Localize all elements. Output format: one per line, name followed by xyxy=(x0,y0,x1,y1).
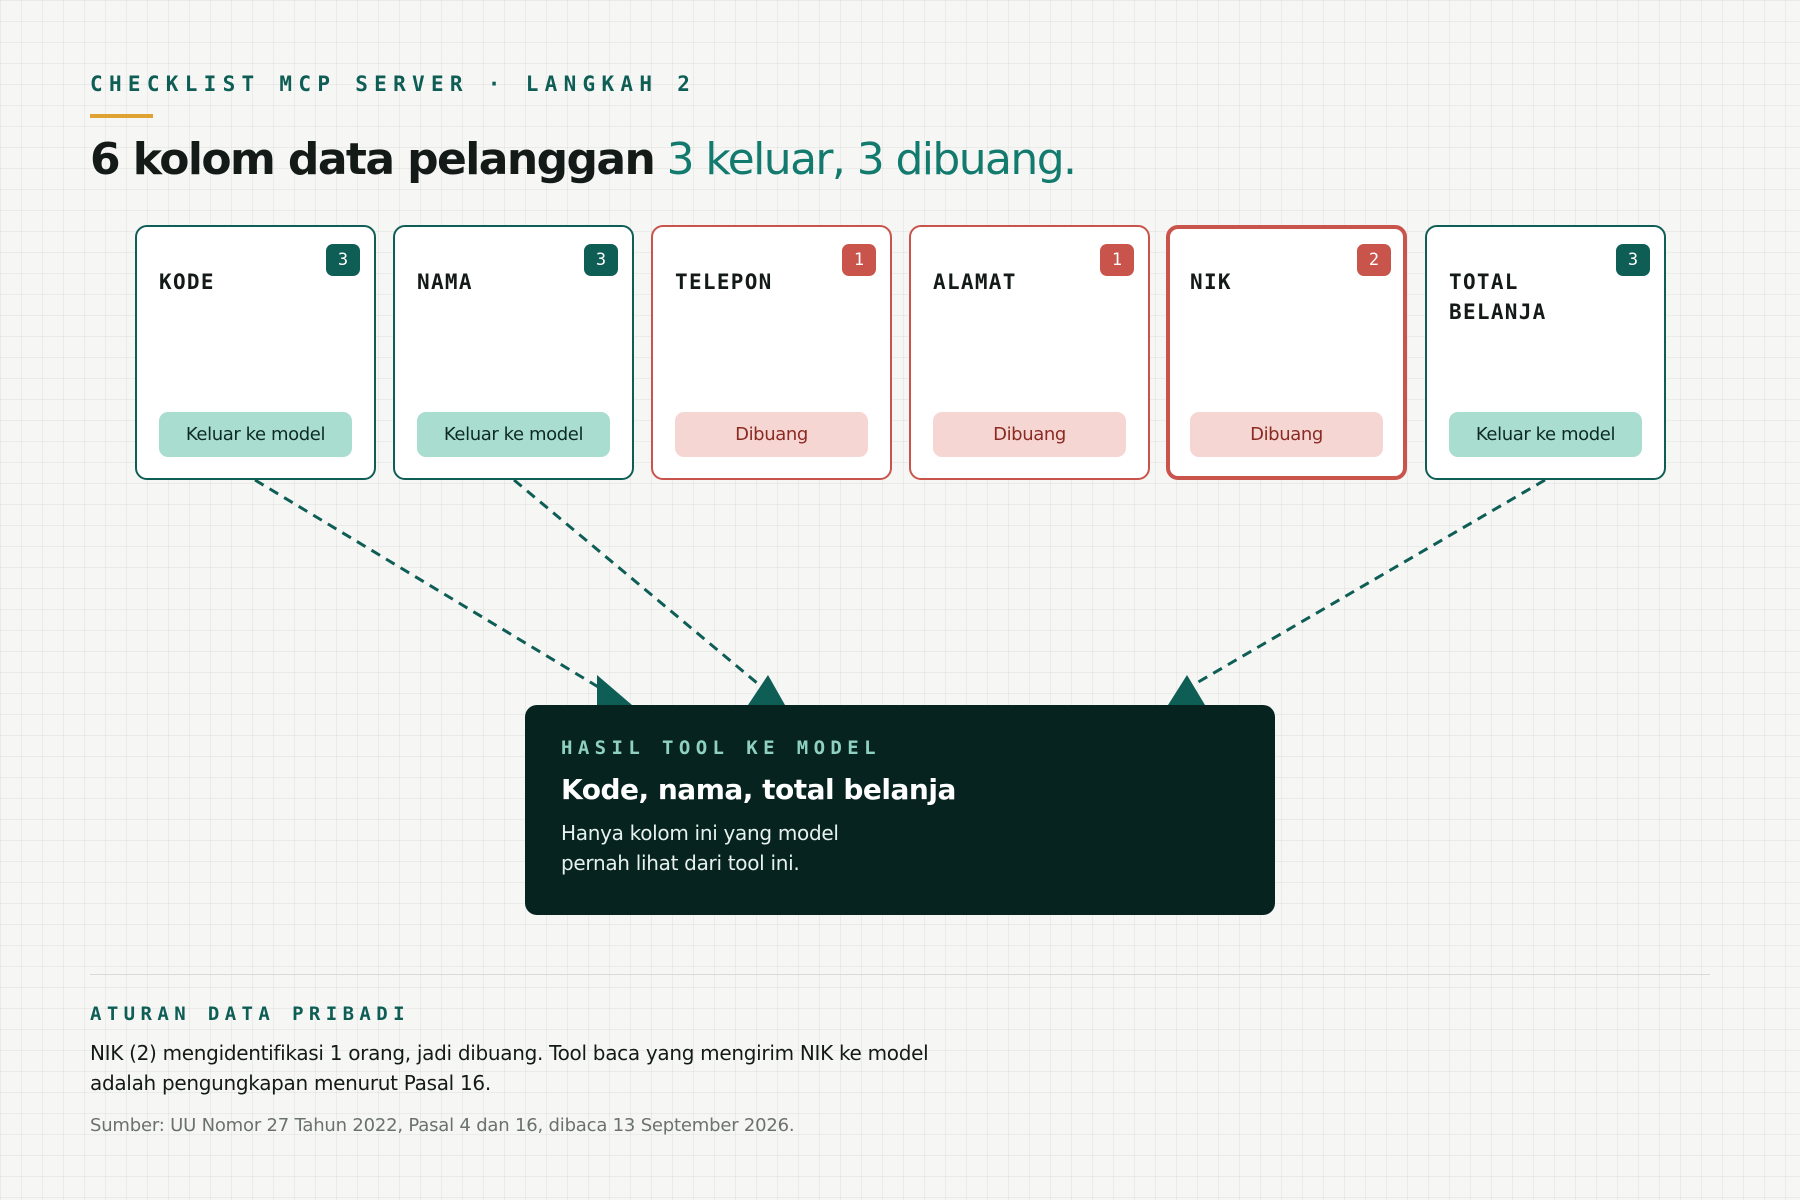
arrowhead-total-belanja xyxy=(1168,675,1205,705)
column-card-total-belanja: TOTAL BELANJA 3 Keluar ke model xyxy=(1425,225,1666,480)
result-eyebrow: HASIL TOOL KE MODEL xyxy=(561,737,881,759)
source-note: Sumber: UU Nomor 27 Tahun 2022, Pasal 4 … xyxy=(90,1115,795,1136)
section-divider xyxy=(90,974,1710,975)
column-card-alamat: ALAMAT 1 Dibuang xyxy=(909,225,1150,480)
count-badge: 1 xyxy=(1100,244,1134,276)
column-card-telepon: TELEPON 1 Dibuang xyxy=(651,225,892,480)
column-name: KODE xyxy=(159,270,215,294)
count-badge: 3 xyxy=(1616,244,1650,276)
column-name: TOTAL BELANJA xyxy=(1449,270,1547,324)
arrow-nama xyxy=(513,478,764,690)
column-card-nik: NIK 2 Dibuang xyxy=(1166,225,1407,480)
rule-body: NIK (2) mengidentifikasi 1 orang, jadi d… xyxy=(90,1041,929,1095)
status-pill: Dibuang xyxy=(675,412,868,457)
arrowhead-kode xyxy=(597,675,632,705)
arrow-kode xyxy=(254,478,601,690)
column-name: TELEPON xyxy=(675,270,773,294)
status-pill: Keluar ke model xyxy=(417,412,610,457)
count-badge: 3 xyxy=(584,244,618,276)
status-pill: Keluar ke model xyxy=(159,412,352,457)
column-name: NAMA xyxy=(417,270,473,294)
column-card-kode: KODE 3 Keluar ke model xyxy=(135,225,376,480)
column-name: NIK xyxy=(1190,270,1232,294)
result-body: Hanya kolom ini yang model pernah lihat … xyxy=(561,821,839,875)
arrow-total-belanja xyxy=(1187,478,1546,690)
count-badge: 3 xyxy=(326,244,360,276)
count-badge: 2 xyxy=(1357,244,1391,276)
result-title: Kode, nama, total belanja xyxy=(561,773,956,806)
result-panel: HASIL TOOL KE MODEL Kode, nama, total be… xyxy=(525,705,1275,915)
status-pill: Dibuang xyxy=(933,412,1126,457)
rule-eyebrow: ATURAN DATA PRIBADI xyxy=(90,1003,410,1025)
column-name: ALAMAT xyxy=(933,270,1017,294)
status-pill: Dibuang xyxy=(1190,412,1383,457)
count-badge: 1 xyxy=(842,244,876,276)
status-pill: Keluar ke model xyxy=(1449,412,1642,457)
column-card-nama: NAMA 3 Keluar ke model xyxy=(393,225,634,480)
